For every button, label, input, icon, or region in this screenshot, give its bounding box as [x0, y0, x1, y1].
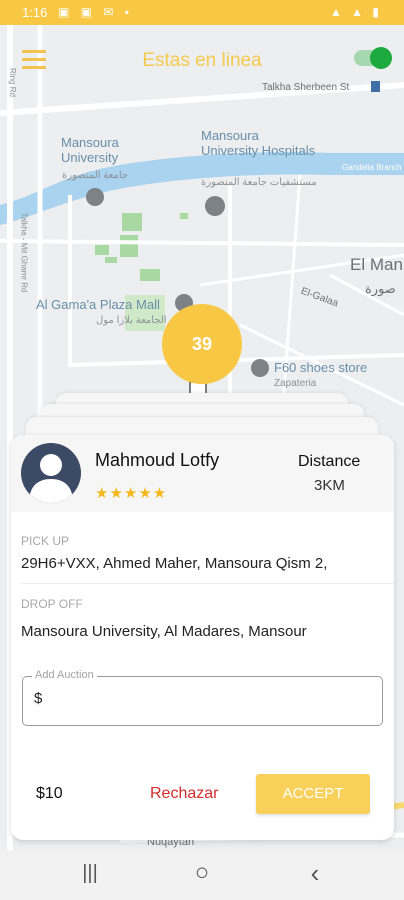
- pickup-address: 29H6+VXX, Ahmed Maher, Mansoura Qism 2,: [21, 555, 328, 572]
- user-silhouette-icon: [29, 454, 73, 503]
- online-toggle[interactable]: [354, 47, 392, 69]
- recents-button[interactable]: |||: [75, 862, 105, 888]
- rating-stars-icon: ★★★★★: [95, 485, 168, 502]
- avatar: [21, 443, 81, 503]
- distance-value: 3KM: [314, 477, 345, 494]
- map-label-zapateria: Zapateria: [274, 378, 317, 389]
- back-button[interactable]: ‹: [300, 858, 330, 888]
- map-label-gamaa-plaza-ar: الجامعة بلازا مول: [96, 315, 167, 326]
- map-label-hospitals-ar: مستشفيات جامعة المنصورة: [201, 177, 317, 188]
- reject-button[interactable]: Rechazar: [150, 785, 218, 803]
- map-label-talkha-sherbeen: Talkha Sherbeen St: [262, 82, 350, 93]
- online-status-title: Estas en linea: [142, 50, 262, 71]
- signal-battery-icons: ▲ ▲ ▮: [329, 5, 382, 19]
- map-label-hospitals: Mansoura University Hospitals: [201, 128, 316, 158]
- map-label-f60: F60 shoes store: [274, 360, 368, 375]
- request-counter-badge: 39: [162, 304, 242, 384]
- rider-name: Mahmoud Lotfy: [95, 450, 220, 470]
- map-label-gamaa-plaza: Al Gama'a Plaza Mall: [36, 297, 160, 312]
- auction-input[interactable]: [34, 690, 334, 707]
- map-label-meet-ghamr-rd: Talkha - Mit Ghamr Rd: [19, 212, 29, 293]
- distance-label: Distance: [298, 453, 361, 470]
- system-nav-bar: ||| ○ ‹: [0, 850, 404, 900]
- auction-field[interactable]: Add Auction: [22, 669, 383, 726]
- pickup-label: PICK UP: [21, 534, 70, 548]
- auction-label: Add Auction: [32, 669, 97, 681]
- status-bar: 1:16 ▣ ▣ ✉ ▪ ▲ ▲ ▮: [0, 0, 404, 25]
- map-label-mansoura-university: Mansoura University: [61, 135, 119, 165]
- notification-icons: ▣ ▣ ✉ ▪: [58, 5, 133, 19]
- accept-button[interactable]: ACCEPT: [256, 774, 370, 814]
- status-time: 1:16: [22, 5, 48, 20]
- map-label-mansoura-university-ar: جامعة المنصورة: [62, 170, 129, 181]
- ride-request-card: Mahmoud Lotfy ★★★★★ Distance 3KM PICK UP…: [11, 435, 394, 840]
- home-button[interactable]: ○: [187, 859, 217, 886]
- divider: [21, 583, 394, 584]
- map-label-ring-rd: Ring Rd: [7, 68, 17, 97]
- dropoff-label: DROP OFF: [21, 597, 83, 611]
- map-label-gandelia: Gandelia Branch: [342, 163, 402, 172]
- map-label-el-man-ar: صورة: [365, 281, 396, 296]
- dropoff-address: Mansoura University, Al Madares, Mansour: [21, 623, 307, 640]
- rider-info: Mahmoud Lotfy ★★★★★ Distance 3KM: [11, 435, 394, 512]
- map-label-el-man: El Man: [350, 255, 403, 274]
- fare-price: $10: [36, 785, 63, 802]
- toggle-knob: [370, 47, 392, 69]
